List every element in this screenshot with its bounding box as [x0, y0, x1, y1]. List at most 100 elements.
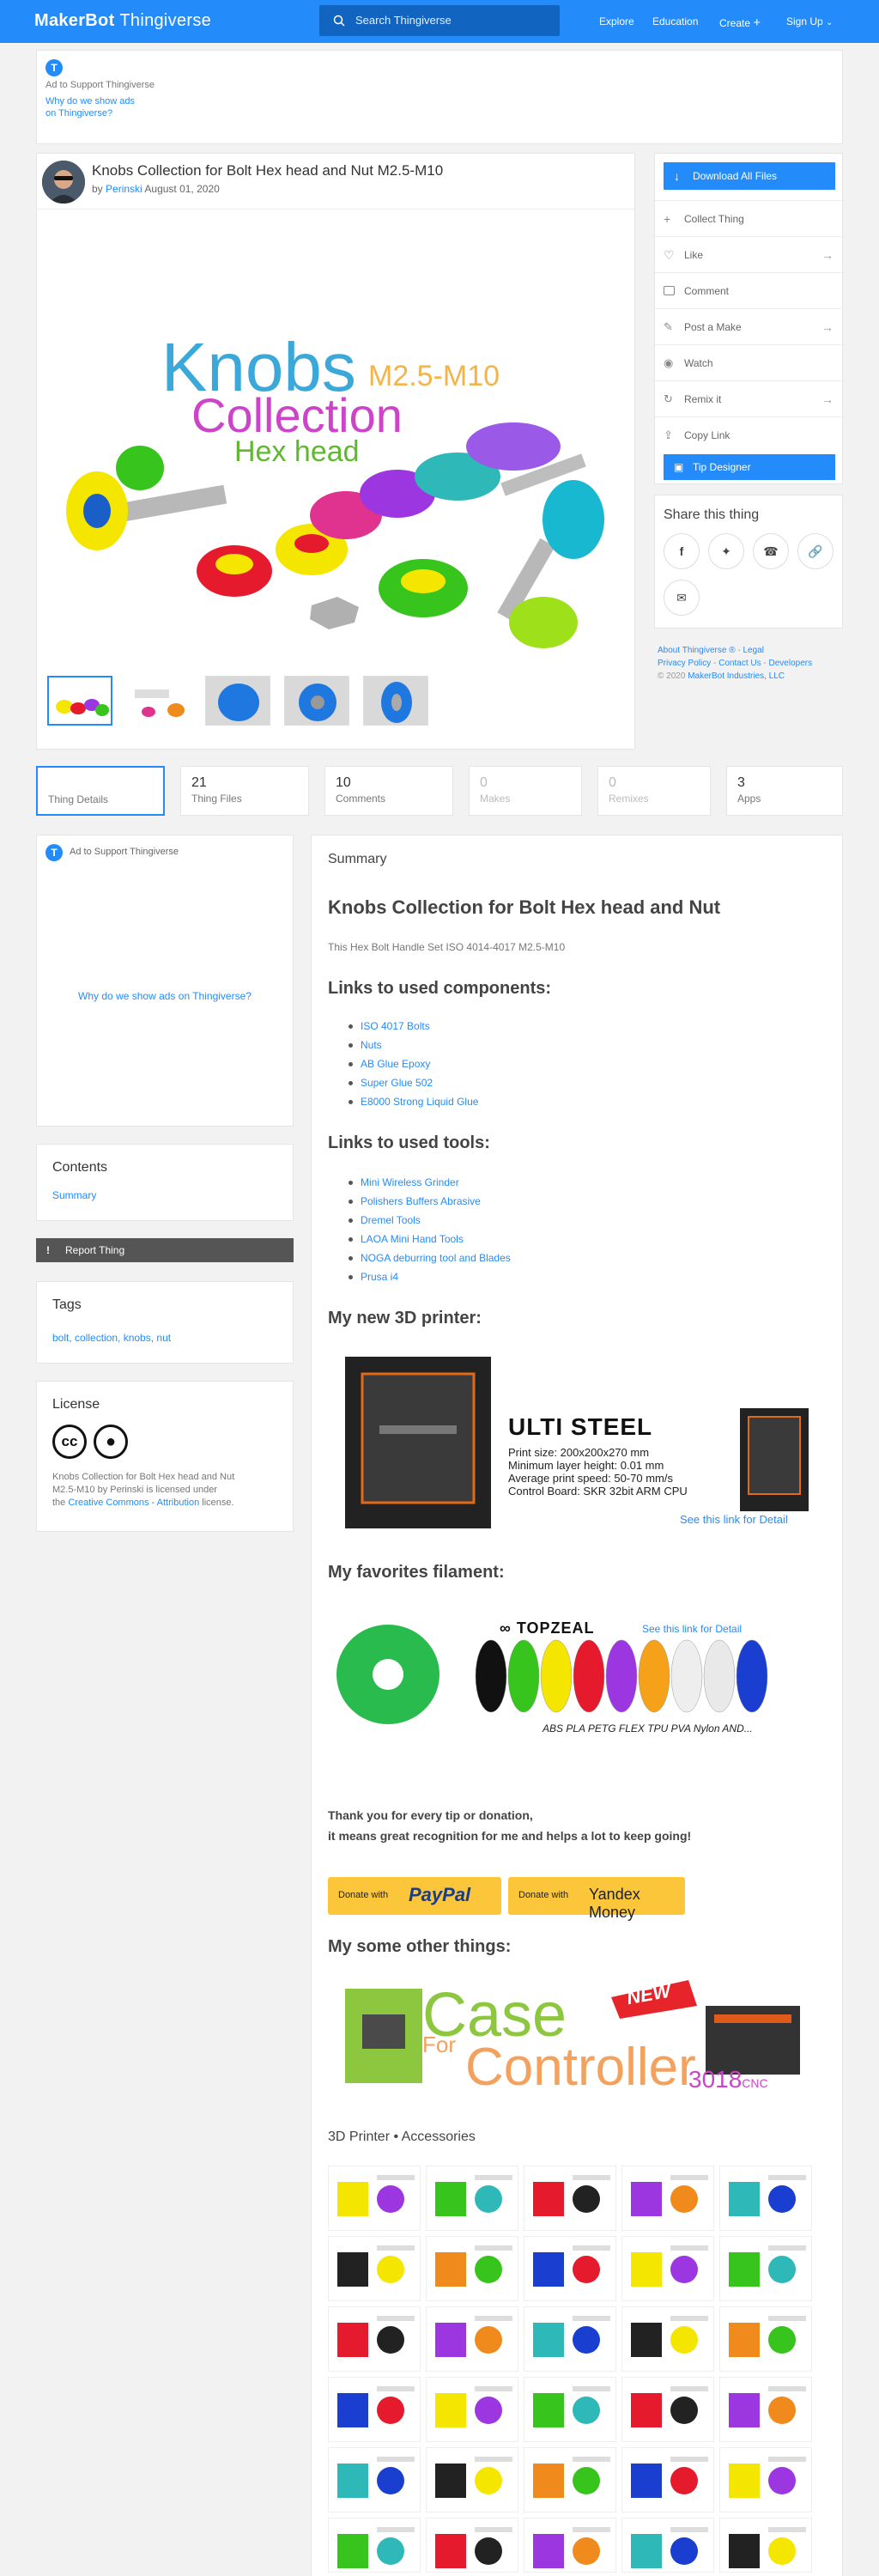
thumbnail-5[interactable]: [363, 676, 428, 726]
hero-image[interactable]: Knobs M2.5-M10 Collection Hex head: [37, 210, 634, 726]
accessory-thumbnail[interactable]: [524, 2166, 616, 2231]
filament-banner[interactable]: ∞ TOPZEAL See this link for Detail ABS P…: [328, 1606, 817, 1743]
contents-summary-link[interactable]: Summary: [52, 1189, 96, 1201]
accessory-thumbnail[interactable]: [719, 2518, 812, 2573]
tool-link[interactable]: Dremel Tools: [349, 1211, 511, 1230]
collect-thing-button[interactable]: + Collect Thing: [655, 200, 844, 236]
company-link[interactable]: MakerBot Industries, LLC: [688, 671, 785, 681]
accessory-thumbnail[interactable]: [524, 2377, 616, 2442]
tab-comments[interactable]: 10 Comments: [324, 766, 453, 816]
accessory-thumbnail[interactable]: [621, 2166, 714, 2231]
contact-link[interactable]: Contact Us: [718, 659, 761, 668]
whatsapp-icon[interactable]: ☎: [753, 533, 789, 569]
tab-apps[interactable]: 3 Apps: [726, 766, 843, 816]
tab-label: Makes: [480, 793, 511, 805]
printer-banner[interactable]: ULTI STEEL Print size: 200x200x270 mm Mi…: [328, 1348, 817, 1537]
remix-button[interactable]: ↻ Remix it →: [655, 380, 844, 416]
accessory-thumbnail[interactable]: [719, 2377, 812, 2442]
accessory-thumbnail[interactable]: [328, 2306, 421, 2372]
report-thing-button[interactable]: ! Report Thing: [36, 1238, 294, 1262]
tab-thing-files[interactable]: 21 Thing Files: [180, 766, 309, 816]
nav-sign-up[interactable]: Sign Up ⌄: [786, 15, 833, 27]
accessory-image: [427, 2237, 518, 2300]
accessory-thumbnail[interactable]: [719, 2166, 812, 2231]
accessory-thumbnail[interactable]: [328, 2166, 421, 2231]
accessory-thumbnail[interactable]: [621, 2306, 714, 2372]
twitter-icon[interactable]: ✦: [708, 533, 744, 569]
avatar[interactable]: [42, 161, 85, 204]
tip-designer-button[interactable]: ▣ Tip Designer: [664, 454, 835, 480]
accessory-thumbnail[interactable]: [719, 2447, 812, 2512]
accessory-thumbnail[interactable]: [426, 2377, 518, 2442]
accessory-thumbnail[interactable]: [621, 2518, 714, 2573]
tab-makes[interactable]: 0 Makes: [469, 766, 582, 816]
tags-list[interactable]: bolt, collection, knobs, nut: [52, 1332, 171, 1344]
accessory-thumbnail[interactable]: [621, 2236, 714, 2301]
filament-detail-link[interactable]: See this link for Detail: [642, 1623, 742, 1635]
accessory-thumbnail[interactable]: [426, 2306, 518, 2372]
thumbnail-4[interactable]: [284, 676, 349, 726]
tool-link[interactable]: LAOA Mini Hand Tools: [349, 1230, 511, 1249]
tool-link[interactable]: Polishers Buffers Abrasive: [349, 1192, 511, 1211]
case-controller-banner[interactable]: Case For Controller NEW 3018CNC: [328, 1971, 817, 2109]
accessory-thumbnail[interactable]: [328, 2447, 421, 2512]
accessory-thumbnail[interactable]: [328, 2377, 421, 2442]
accessory-thumbnail[interactable]: [426, 2447, 518, 2512]
accessory-thumbnail[interactable]: [719, 2236, 812, 2301]
component-link[interactable]: E8000 Strong Liquid Glue: [348, 1092, 478, 1111]
email-icon[interactable]: ✉: [664, 580, 700, 616]
filament-spool: [605, 1639, 638, 1713]
author-link[interactable]: Perinski: [106, 183, 142, 195]
accessory-thumbnail[interactable]: [524, 2447, 616, 2512]
thingiverse-logo[interactable]: MakerBot Thingiverse: [34, 11, 211, 31]
like-button[interactable]: ♡ Like →: [655, 236, 844, 272]
tool-link[interactable]: Prusa i4: [349, 1267, 511, 1286]
printer-detail-link[interactable]: See this link for Detail: [680, 1513, 788, 1526]
privacy-link[interactable]: Privacy Policy: [658, 659, 711, 668]
why-ads-link[interactable]: Why do we show ads on Thingiverse?: [45, 95, 135, 119]
license-link[interactable]: Creative Commons - Attribution: [68, 1498, 199, 1508]
post-a-make-button[interactable]: ✎ Post a Make →: [655, 308, 844, 344]
thumbnail-2[interactable]: [126, 676, 191, 726]
nav-education[interactable]: Education: [652, 15, 698, 27]
thumbnail-3[interactable]: [205, 676, 270, 726]
nav-explore[interactable]: Explore: [599, 15, 634, 27]
thumbnail-1[interactable]: [47, 676, 112, 726]
tab-remixes[interactable]: 0 Remixes: [597, 766, 711, 816]
nav-create[interactable]: Create +: [719, 15, 761, 30]
download-all-files-button[interactable]: ↓ Download All Files: [664, 162, 835, 190]
link-icon[interactable]: 🔗: [797, 533, 834, 569]
left-why-ads-link[interactable]: Why do we show ads on Thingiverse?: [37, 990, 293, 1002]
component-link[interactable]: AB Glue Epoxy: [348, 1054, 478, 1073]
donate-paypal-button[interactable]: Donate with PayPal: [328, 1877, 501, 1915]
summary-heading: Knobs Collection for Bolt Hex head and N…: [328, 896, 721, 918]
comment-button[interactable]: Comment: [655, 272, 844, 308]
about-link[interactable]: About Thingiverse ®: [658, 646, 736, 655]
accessory-thumbnail[interactable]: [621, 2377, 714, 2442]
watch-button[interactable]: ◉ Watch: [655, 344, 844, 380]
accessory-thumbnail[interactable]: [328, 2236, 421, 2301]
accessory-thumbnail[interactable]: [524, 2236, 616, 2301]
component-link[interactable]: Super Glue 502: [348, 1073, 478, 1092]
accessory-thumbnail[interactable]: [621, 2447, 714, 2512]
component-link[interactable]: ISO 4017 Bolts: [348, 1017, 478, 1036]
accessory-thumbnail[interactable]: [426, 2166, 518, 2231]
accessory-thumbnail[interactable]: [426, 2236, 518, 2301]
tab-thing-details[interactable]: Thing Details: [36, 766, 165, 816]
developers-link[interactable]: Developers: [769, 659, 813, 668]
facebook-icon[interactable]: f: [664, 533, 700, 569]
donate-yandex-button[interactable]: Donate with Yandex Money: [508, 1877, 685, 1921]
component-link[interactable]: Nuts: [348, 1036, 478, 1054]
accessory-thumbnail[interactable]: [524, 2306, 616, 2372]
search-input[interactable]: Search Thingiverse: [319, 5, 560, 36]
accessory-thumbnail[interactable]: [719, 2306, 812, 2372]
accessory-thumbnail[interactable]: [524, 2518, 616, 2573]
download-label: Download All Files: [693, 170, 778, 182]
tool-link[interactable]: NOGA deburring tool and Blades: [349, 1249, 511, 1267]
accessory-thumbnail[interactable]: [426, 2518, 518, 2573]
accessory-thumbnail[interactable]: [328, 2518, 421, 2573]
copy-link-button[interactable]: ⇪ Copy Link: [655, 416, 844, 453]
legal-link[interactable]: Legal: [743, 646, 763, 655]
thumbnail-1-image: [49, 677, 111, 724]
tool-link[interactable]: Mini Wireless Grinder: [349, 1173, 511, 1192]
